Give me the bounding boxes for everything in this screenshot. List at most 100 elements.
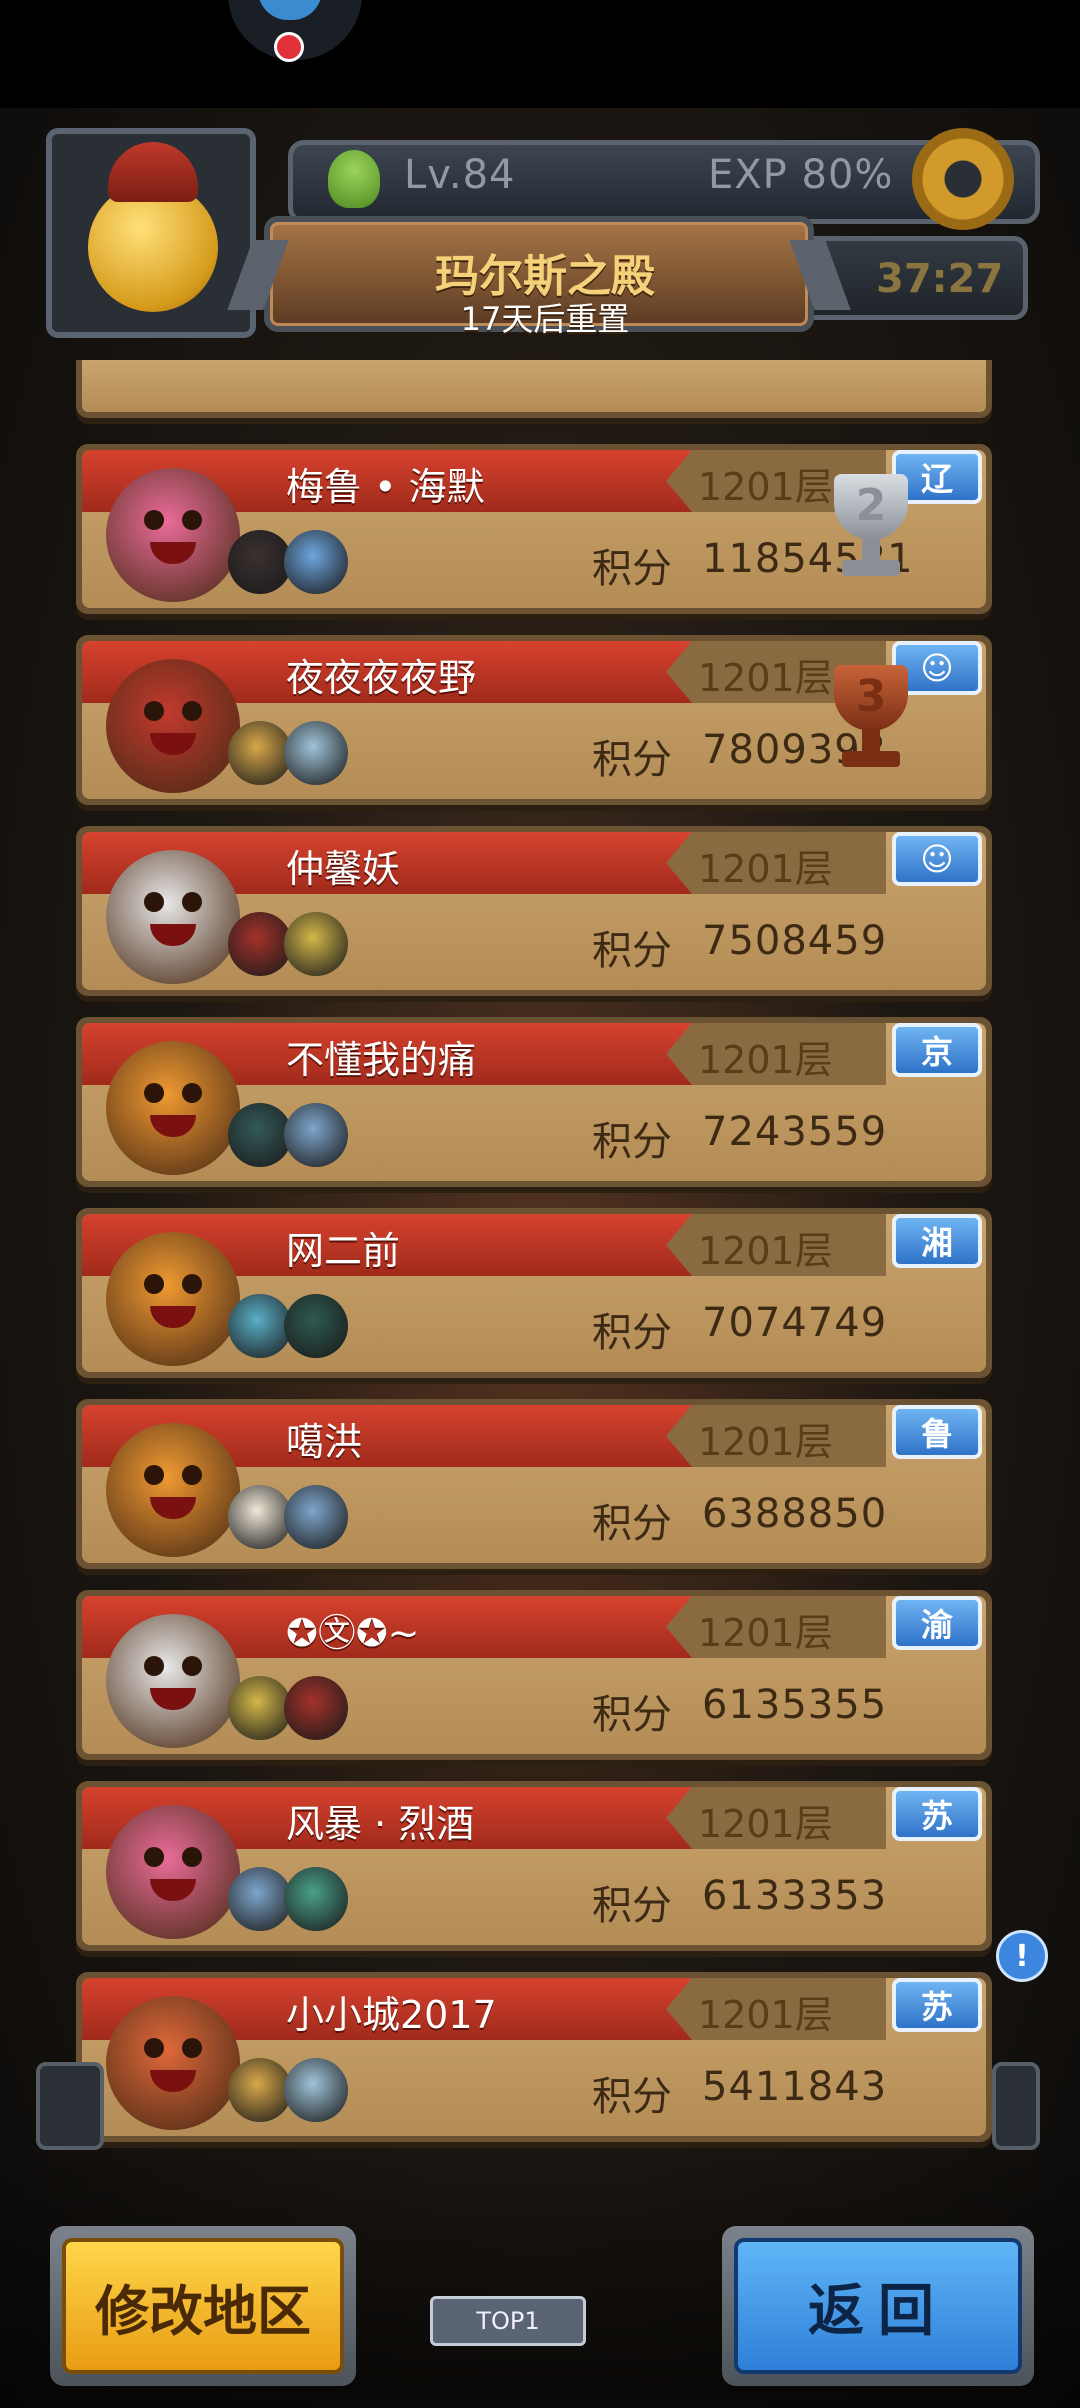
pet-avatar-icon [228,1294,292,1358]
region-badge: ☺ [892,832,982,886]
layer-text: 1201层 [698,1038,833,1082]
rank-card[interactable]: 网二前 1201层 湘 积分 7074749 [76,1208,992,1378]
pet-avatar-icon [284,1485,348,1549]
hero-avatar-icon [106,1996,240,2130]
exp-text: EXP 80% [708,152,894,198]
layer-text: 1201层 [698,656,833,700]
timer-text: 37:27 [876,256,1004,302]
info-badge-icon[interactable]: ! [996,1930,1048,1982]
rank-card-first-partial [76,360,992,418]
score-label: 积分 [592,1501,672,1547]
score-label: 积分 [592,1119,672,1165]
back-button[interactable]: 返回 [722,2226,1034,2386]
score-label: 积分 [592,1883,672,1929]
score-value: 7243559 [702,1109,888,1155]
score-value: 6135355 [702,1682,888,1728]
right-scroll-rail [992,2062,1040,2150]
score-label: 积分 [592,737,672,783]
player-name: 噶洪 [286,1420,363,1464]
notification-dot [274,32,304,62]
pet-avatar-icon [228,2058,292,2122]
layer-text: 1201层 [698,1993,833,2037]
region-badge: 湘 [892,1214,982,1268]
score-value: 6388850 [702,1491,888,1537]
player-name: ✪㉆✪~ [286,1611,420,1655]
pet-avatar-icon [228,1676,292,1740]
pet-avatar-icon [228,912,292,976]
pet-avatar-icon [228,721,292,785]
hero-avatar-icon [106,1232,240,1366]
score-label: 积分 [592,928,672,974]
rank-card[interactable]: 不懂我的痛 1201层 京 积分 7243559 [76,1017,992,1187]
layer-text: 1201层 [698,1802,833,1846]
trophy-rank: 3 [855,671,887,722]
layer-text: 1201层 [698,1611,833,1655]
modify-region-label: 修改地区 [62,2238,344,2374]
rank-card[interactable]: 小小城2017 1201层 苏 积分 5411843 [76,1972,992,2142]
modify-region-button[interactable]: 修改地区 [50,2226,356,2386]
score-label: 积分 [592,546,672,592]
rank-card[interactable]: ✪㉆✪~ 1201层 渝 积分 6135355 [76,1590,992,1760]
rank-card[interactable]: 夜夜夜夜野 1201层 ☺ 积分 7809392 3 [76,635,992,805]
pet-avatar-icon [284,721,348,785]
rank-card[interactable]: 梅鲁 • 海默 1201层 辽 积分 11854521 2 [76,444,992,614]
player-name: 风暴 · 烈酒 [286,1802,475,1846]
region-badge: 苏 [892,1978,982,2032]
score-label: 积分 [592,2074,672,2120]
palace-title-plank: 玛尔斯之殿 17天后重置 [264,216,814,338]
player-name: 仲馨妖 [286,847,401,891]
rank-card[interactable]: 风暴 · 烈酒 1201层 苏 积分 6133353 [76,1781,992,1951]
pet-avatar-icon [228,1485,292,1549]
settings-gear-icon[interactable] [912,128,1014,230]
hero-avatar-icon [106,468,240,602]
rank-card[interactable]: 噶洪 1201层 鲁 积分 6388850 [76,1399,992,1569]
pet-avatar-icon [228,1867,292,1931]
status-area [0,0,1080,108]
left-scroll-rail [36,2062,104,2150]
score-value: 5411843 [702,2064,888,2110]
top1-sign: TOP1 [430,2296,586,2346]
hero-avatar-icon [106,850,240,984]
trophy-rank: 2 [855,480,887,531]
player-avatar[interactable] [46,128,256,338]
hero-avatar-icon [106,1423,240,1557]
score-label: 积分 [592,1692,672,1738]
pet-avatar-icon [284,1867,348,1931]
pet-avatar-icon [228,1103,292,1167]
pet-avatar-icon [284,912,348,976]
silver-trophy-icon: 2 [816,474,926,584]
pet-avatar-icon [284,1676,348,1740]
region-badge: 京 [892,1023,982,1077]
score-value: 7508459 [702,918,888,964]
reset-countdown: 17天后重置 [460,300,630,338]
hero-avatar-icon [106,1805,240,1939]
layer-text: 1201层 [698,465,833,509]
score-value: 6133353 [702,1873,888,1919]
player-name: 梅鲁 • 海默 [286,465,485,509]
tree-icon [328,150,380,208]
player-name: 夜夜夜夜野 [286,656,477,700]
level-text: Lv.84 [404,152,516,198]
layer-text: 1201层 [698,1229,833,1273]
pet-avatar-icon [284,530,348,594]
pet-avatar-icon [284,2058,348,2122]
rank-card[interactable]: 仲馨妖 1201层 ☺ 积分 7508459 [76,826,992,996]
player-name: 网二前 [286,1229,401,1273]
player-name: 小小城2017 [286,1993,497,2037]
region-badge: 鲁 [892,1405,982,1459]
score-label: 积分 [592,1310,672,1356]
pet-avatar-icon [284,1103,348,1167]
back-label: 返回 [734,2238,1022,2374]
hero-avatar-icon [106,1614,240,1748]
bronze-trophy-icon: 3 [816,665,926,775]
region-badge: 苏 [892,1787,982,1841]
score-value: 7074749 [702,1300,888,1346]
hero-avatar-icon [106,659,240,793]
pet-avatar-icon [228,530,292,594]
pet-avatar-icon [284,1294,348,1358]
player-name: 不懂我的痛 [286,1038,477,1082]
region-badge: 渝 [892,1596,982,1650]
layer-text: 1201层 [698,1420,833,1464]
helmet-icon [108,142,198,202]
layer-text: 1201层 [698,847,833,891]
